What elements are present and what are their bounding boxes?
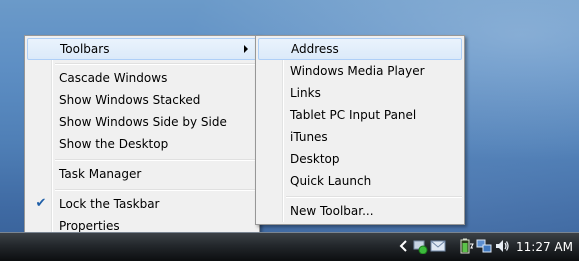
submenu-item-links[interactable]: Links <box>258 82 462 104</box>
network-icon[interactable] <box>476 238 492 254</box>
submenu-item-tablet-pc-input-panel[interactable]: Tablet PC Input Panel <box>258 104 462 126</box>
submenu-item-windows-media-player[interactable]: Windows Media Player <box>258 60 462 82</box>
menu-separator <box>286 196 462 198</box>
menu-separator <box>55 159 257 161</box>
menu-item-label: New Toolbar... <box>290 204 374 218</box>
menu-item-label: Toolbars <box>60 42 110 56</box>
menu-item-label: iTunes <box>290 130 328 144</box>
chevron-left-icon[interactable] <box>396 238 412 254</box>
menu-item-lock-taskbar[interactable]: ✔ Lock the Taskbar <box>27 193 257 215</box>
taskbar[interactable]: 11:27 AM <box>0 232 579 261</box>
submenu-item-desktop[interactable]: Desktop <box>258 148 462 170</box>
menu-item-label: Quick Launch <box>290 174 372 188</box>
menu-item-cascade-windows[interactable]: Cascade Windows <box>27 67 257 89</box>
submenu-item-quick-launch[interactable]: Quick Launch <box>258 170 462 192</box>
menu-item-label: Windows Media Player <box>290 64 425 78</box>
menu-item-label: Address <box>291 42 339 56</box>
menu-item-show-desktop[interactable]: Show the Desktop <box>27 133 257 155</box>
menu-item-label: Desktop <box>290 152 340 166</box>
menu-item-label: Cascade Windows <box>59 71 168 85</box>
menu-item-toolbars[interactable]: Toolbars <box>27 38 257 60</box>
menu-item-label: Properties <box>59 219 120 233</box>
submenu-item-address[interactable]: Address <box>258 38 462 60</box>
taskbar-context-menu: Toolbars Cascade Windows Show Windows St… <box>24 35 260 241</box>
menu-item-label: Show the Desktop <box>59 137 169 151</box>
volume-icon[interactable] <box>494 238 510 254</box>
menu-item-task-manager[interactable]: Task Manager <box>27 163 257 185</box>
menu-item-show-windows-stacked[interactable]: Show Windows Stacked <box>27 89 257 111</box>
submenu-item-itunes[interactable]: iTunes <box>258 126 462 148</box>
submenu-item-new-toolbar[interactable]: New Toolbar... <box>258 200 462 222</box>
battery-icon[interactable] <box>458 238 474 254</box>
submenu-arrow-icon <box>244 45 248 53</box>
menu-item-label: Links <box>290 86 321 100</box>
mail-icon[interactable] <box>430 238 446 254</box>
menu-item-label: Show Windows Side by Side <box>59 115 227 129</box>
menu-item-label: Tablet PC Input Panel <box>290 108 417 122</box>
network-status-icon[interactable] <box>412 238 428 254</box>
menu-item-label: Task Manager <box>59 167 142 181</box>
menu-item-show-windows-side-by-side[interactable]: Show Windows Side by Side <box>27 111 257 133</box>
checkmark-icon: ✔ <box>35 196 47 211</box>
menu-separator <box>55 63 257 65</box>
menu-item-label: Lock the Taskbar <box>59 197 160 211</box>
menu-separator <box>55 189 257 191</box>
clock[interactable]: 11:27 AM <box>516 233 573 261</box>
toolbars-submenu: Address Windows Media Player Links Table… <box>255 35 465 225</box>
menu-item-label: Show Windows Stacked <box>59 93 201 107</box>
